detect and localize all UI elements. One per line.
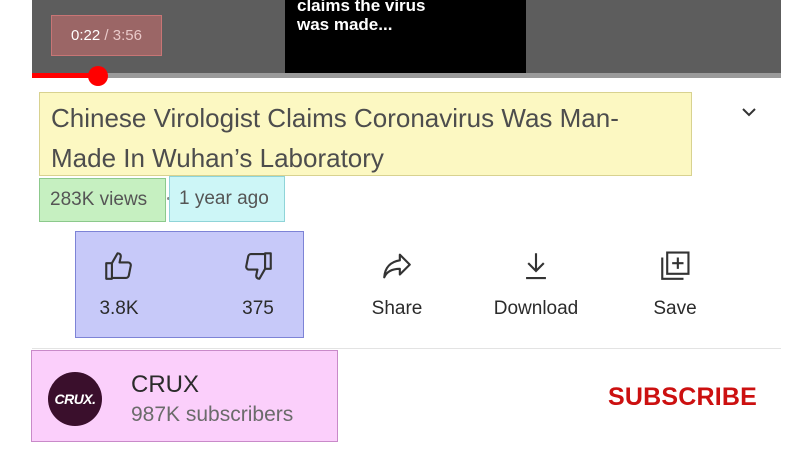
- share-label: Share: [371, 298, 423, 319]
- download-icon: [518, 248, 554, 284]
- video-frame: claims the virus was made...: [285, 0, 526, 73]
- like-count: 3.8K: [99, 298, 139, 319]
- subscriber-count: 987K subscribers: [131, 403, 294, 426]
- channel-name[interactable]: CRUX: [131, 371, 199, 399]
- subscribe-button[interactable]: SUBSCRIBE: [608, 383, 757, 412]
- channel-logo-text: CRUX.: [54, 391, 96, 407]
- video-caption: claims the virus was made...: [297, 0, 426, 34]
- time-display: 0:22 / 3:56: [51, 15, 162, 56]
- dislike-button[interactable]: 375: [198, 248, 318, 328]
- share-button[interactable]: Share: [337, 248, 457, 328]
- save-to-playlist-icon: [657, 248, 693, 284]
- share-icon: [379, 248, 415, 284]
- view-count: 283K views: [39, 178, 166, 222]
- video-player[interactable]: claims the virus was made... 0:22 / 3:56: [32, 0, 781, 86]
- time-duration: 3:56: [112, 27, 142, 44]
- video-title[interactable]: Chinese Virologist Claims Coronavirus Wa…: [39, 92, 692, 176]
- save-button[interactable]: Save: [615, 248, 735, 328]
- upload-age: 1 year ago: [169, 176, 285, 222]
- download-label: Download: [493, 298, 579, 319]
- thumbs-down-icon: [240, 248, 276, 284]
- channel-avatar[interactable]: CRUX.: [48, 372, 102, 426]
- progress-bar[interactable]: [32, 73, 781, 78]
- progress-scrubber-handle[interactable]: [88, 66, 108, 86]
- download-button[interactable]: Download: [476, 248, 596, 328]
- dislike-count: 375: [242, 298, 274, 319]
- save-label: Save: [653, 298, 697, 319]
- section-divider: [32, 348, 781, 349]
- like-button[interactable]: 3.8K: [59, 248, 179, 328]
- expand-description-button[interactable]: [733, 96, 765, 128]
- time-current: 0:22: [71, 27, 101, 44]
- chevron-down-icon: [742, 108, 756, 117]
- time-separator: /: [100, 27, 113, 44]
- thumbs-up-icon: [101, 248, 137, 284]
